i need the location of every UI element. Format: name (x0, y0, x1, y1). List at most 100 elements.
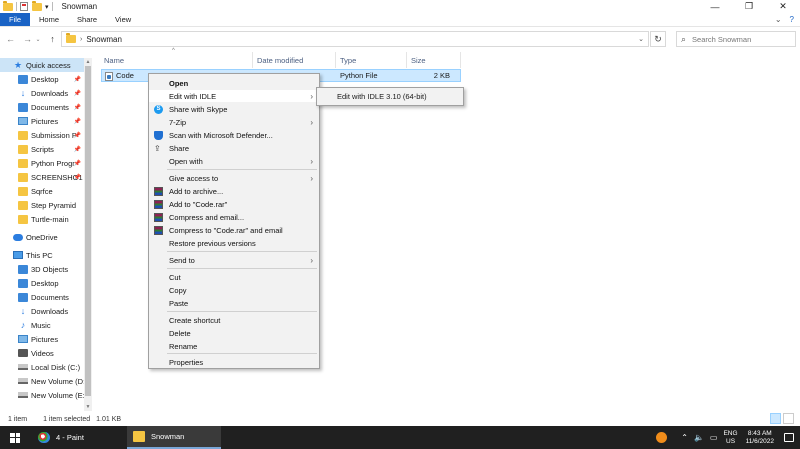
menu-item-compress-rar-email[interactable]: Compress to "Code.rar" and email (149, 224, 319, 236)
menu-item-send-to[interactable]: Send to › (149, 254, 319, 266)
tab-home[interactable]: Home (30, 13, 68, 26)
menu-item-rename[interactable]: Rename (149, 340, 319, 352)
nav-label: New Volume (D: (31, 376, 84, 386)
tab-share[interactable]: Share (68, 13, 106, 26)
menu-item-share-with-skype[interactable]: S Share with Skype (149, 103, 319, 115)
chevron-down-icon[interactable]: ⌄ (634, 32, 648, 46)
up-icon[interactable]: ↑ (46, 32, 59, 46)
notifications-icon[interactable] (784, 433, 794, 442)
menu-item-share[interactable]: ⇪ Share (149, 142, 319, 154)
nav-onedrive[interactable]: OneDrive (0, 230, 84, 244)
menu-item-7zip[interactable]: 7-Zip › (149, 116, 319, 128)
forward-icon[interactable]: → (21, 32, 34, 46)
nav-this-pc[interactable]: This PC (0, 248, 84, 262)
menu-item-edit-with-idle[interactable]: Edit with IDLE › (149, 90, 319, 102)
menu-item-add-to-archive[interactable]: Add to archive... (149, 185, 319, 197)
menu-item-restore-versions[interactable]: Restore previous versions (149, 237, 319, 249)
scroll-up-icon[interactable]: ▲ (84, 58, 92, 66)
language-indicator[interactable]: ENG US (723, 430, 737, 446)
menu-item-properties[interactable]: Properties (149, 356, 319, 368)
nav-quick-item[interactable]: Turtle-main (0, 212, 84, 226)
music-icon: ♪ (20, 319, 26, 330)
app-tray-icon[interactable] (656, 432, 668, 443)
nav-quick-item[interactable]: Submission P 📌 (0, 128, 84, 142)
recent-locations-icon[interactable]: ⌄ (34, 32, 42, 46)
column-header-type[interactable]: Type (336, 52, 407, 68)
scroll-thumb[interactable] (85, 66, 91, 396)
menu-item-open[interactable]: Open (149, 77, 319, 89)
expand-ribbon-icon[interactable]: ⌄ (775, 15, 782, 24)
menu-item-copy[interactable]: Copy (149, 284, 319, 296)
nav-pc-item[interactable]: Pictures (0, 332, 84, 346)
start-button[interactable] (0, 426, 30, 449)
menu-item-compress-and-email[interactable]: Compress and email... (149, 211, 319, 223)
folder-icon (18, 200, 28, 210)
submenu-item-idle-3-10[interactable]: Edit with IDLE 3.10 (64-bit) (337, 92, 427, 101)
menu-item-add-to-code-rar[interactable]: Add to "Code.rar" (149, 198, 319, 210)
nav-scrollbar[interactable]: ▲ ▼ (84, 58, 92, 411)
menu-item-scan-defender[interactable]: Scan with Microsoft Defender... (149, 129, 319, 141)
nav-quick-item[interactable]: Sqrfce (0, 184, 84, 198)
folder-icon (18, 186, 28, 196)
network-icon[interactable]: ▭ (710, 433, 718, 442)
pin-icon: 📌 (73, 118, 81, 125)
help-icon[interactable]: ? (790, 15, 794, 24)
column-header-size[interactable]: Size (407, 52, 461, 68)
column-header-name[interactable]: Name (100, 52, 253, 68)
nav-quick-access[interactable]: ★ Quick access (0, 58, 84, 72)
nav-quick-item[interactable]: Documents 📌 (0, 100, 84, 114)
menu-item-cut[interactable]: Cut (149, 271, 319, 283)
menu-item-give-access[interactable]: Give access to › (149, 172, 319, 184)
details-view-icon[interactable] (770, 413, 781, 424)
file-name: Code (116, 71, 134, 80)
nav-pc-item[interactable]: New Volume (E:) (0, 388, 84, 402)
winrar-icon (154, 187, 163, 196)
minimize-button[interactable]: — (698, 0, 732, 13)
search-input[interactable]: ⌕ Search Snowman (676, 31, 796, 47)
column-header-date[interactable]: Date modified (253, 52, 336, 68)
back-icon[interactable]: ← (4, 32, 17, 46)
close-button[interactable]: ✕ (766, 0, 800, 13)
pin-icon: 📌 (73, 160, 81, 167)
nav-quick-item[interactable]: Scripts 📌 (0, 142, 84, 156)
tab-file[interactable]: File (0, 13, 30, 26)
nav-pc-item[interactable]: Documents (0, 290, 84, 304)
menu-item-create-shortcut[interactable]: Create shortcut (149, 314, 319, 326)
menu-item-open-with[interactable]: Open with › (149, 155, 319, 167)
nav-pc-item[interactable]: Desktop (0, 276, 84, 290)
properties-icon[interactable] (20, 2, 28, 11)
refresh-button[interactable]: ↻ (650, 31, 666, 47)
address-bar[interactable]: › Snowman ⌄ (61, 31, 649, 47)
taskbar-file-explorer[interactable]: Snowman (127, 426, 221, 449)
nav-pc-item[interactable]: ↓ Downloads (0, 304, 84, 318)
customize-quick-access-icon[interactable]: ▾ (45, 3, 49, 11)
breadcrumb[interactable]: Snowman (86, 35, 122, 44)
new-folder-icon[interactable] (32, 0, 42, 11)
nav-quick-item[interactable]: Pictures 📌 (0, 114, 84, 128)
nav-label: Python Progr (31, 158, 75, 168)
nav-label: Local Disk (C:) (31, 362, 81, 372)
tab-view[interactable]: View (106, 13, 140, 26)
nav-quick-item[interactable]: SCREENSHO1 📌 (0, 170, 84, 184)
nav-pc-item[interactable]: Local Disk (C:) (0, 360, 84, 374)
nav-quick-item[interactable]: Step Pyramid (0, 198, 84, 212)
chevron-up-icon[interactable]: ⌃ (681, 433, 688, 442)
nav-pc-item[interactable]: Videos (0, 346, 84, 360)
nav-pc-item[interactable]: 3D Objects (0, 262, 84, 276)
nav-quick-item[interactable]: Desktop 📌 (0, 72, 84, 86)
maximize-button[interactable]: ❐ (732, 0, 766, 13)
folder-icon (66, 33, 76, 43)
menu-item-paste[interactable]: Paste (149, 297, 319, 309)
nav-quick-item[interactable]: Python Progr 📌 (0, 156, 84, 170)
large-icons-view-icon[interactable] (783, 413, 794, 424)
menu-item-delete[interactable]: Delete (149, 327, 319, 339)
scroll-down-icon[interactable]: ▼ (84, 403, 92, 411)
nav-quick-item[interactable]: ↓ Downloads 📌 (0, 86, 84, 100)
nav-pc-item[interactable]: New Volume (D: (0, 374, 84, 388)
computer-icon (13, 251, 23, 259)
taskbar-paint[interactable]: 4 - Paint (32, 426, 127, 449)
clock[interactable]: 8:43 AM 11/6/2022 (746, 430, 774, 446)
pin-icon: 📌 (73, 76, 81, 83)
nav-pc-item[interactable]: ♪ Music (0, 318, 84, 332)
volume-icon[interactable]: 🔈 (694, 433, 704, 442)
